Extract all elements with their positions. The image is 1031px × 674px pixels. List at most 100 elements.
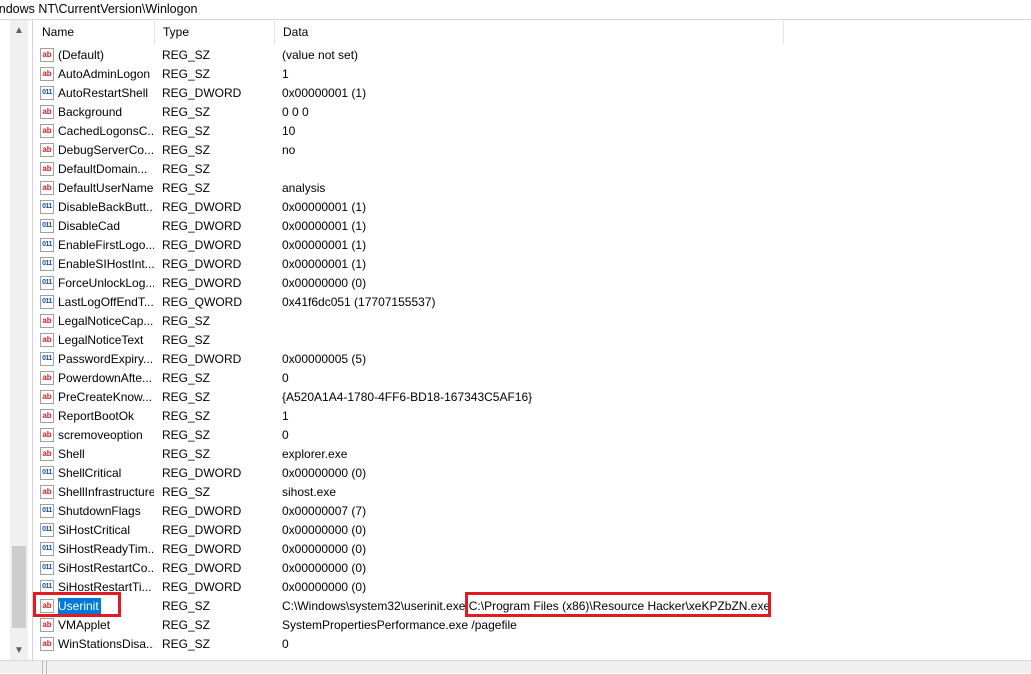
- string-value-icon: ab: [40, 162, 54, 176]
- value-name: Shell: [58, 447, 85, 461]
- value-type: REG_DWORD: [162, 257, 242, 271]
- table-row[interactable]: 011 SiHostReadyTim... REG_DWORD 0x00000000 …: [34, 540, 1031, 559]
- value-type: REG_SZ: [162, 105, 211, 119]
- column-header-type[interactable]: Type: [155, 21, 275, 44]
- table-row[interactable]: ab DefaultDomain... REG_SZ: [34, 160, 1031, 179]
- table-row[interactable]: 011 ShutdownFlags REG_DWORD 0x00000007 (7): [34, 502, 1031, 521]
- table-row[interactable]: ab PowerdownAfte... REG_SZ 0: [34, 369, 1031, 388]
- value-name: VMApplet: [58, 618, 111, 632]
- value-name: PreCreateKnow...: [58, 390, 153, 404]
- string-value-icon: ab: [40, 637, 54, 651]
- table-row[interactable]: 011 ShellCritical REG_DWORD 0x00000000 (0): [34, 464, 1031, 483]
- value-name: ForceUnlockLog...: [58, 276, 154, 290]
- value-type: REG_SZ: [162, 124, 211, 138]
- address-path[interactable]: indows NT\CurrentVersion\Winlogon: [0, 2, 197, 16]
- value-data: 0x00000000 (0): [282, 523, 367, 537]
- string-value-icon: ab: [40, 143, 54, 157]
- value-data: 0x00000000 (0): [282, 542, 367, 556]
- table-row[interactable]: 011 ForceUnlockLog... REG_DWORD 0x00000000 …: [34, 274, 1031, 293]
- scroll-down-arrow-icon[interactable]: ▼: [10, 642, 28, 658]
- table-row[interactable]: 011 EnableFirstLogo... REG_DWORD 0x00000001…: [34, 236, 1031, 255]
- value-type: REG_SZ: [162, 485, 211, 499]
- tree-pane: ▲ ▼: [0, 20, 33, 660]
- table-row[interactable]: ab ReportBootOk REG_SZ 1: [34, 407, 1031, 426]
- string-value-icon: ab: [40, 67, 54, 81]
- table-row[interactable]: 011 DisableCad REG_DWORD 0x00000001 (1): [34, 217, 1031, 236]
- column-header-name[interactable]: Name: [34, 21, 155, 44]
- string-value-icon: ab: [40, 333, 54, 347]
- value-type: REG_DWORD: [162, 276, 242, 290]
- value-data: 0x00000001 (1): [282, 219, 367, 233]
- value-data: 0 0 0: [282, 105, 309, 119]
- table-row[interactable]: 011 AutoRestartShell REG_DWORD 0x00000001 (…: [34, 84, 1031, 103]
- value-name: EnableFirstLogo...: [58, 238, 154, 252]
- value-data: 0x00000005 (5): [282, 352, 367, 366]
- value-data: SystemPropertiesPerformance.exe /pagefil…: [282, 618, 517, 632]
- table-row[interactable]: ab AutoAdminLogon REG_SZ 1: [34, 65, 1031, 84]
- value-name: AutoRestartShell: [58, 86, 149, 100]
- value-name: ShellCritical: [58, 466, 122, 480]
- value-name: SiHostReadyTim...: [58, 542, 154, 556]
- binary-value-icon: 011: [40, 200, 54, 214]
- table-row[interactable]: ab WinStationsDisa... REG_SZ 0: [34, 635, 1031, 654]
- binary-value-icon: 011: [40, 219, 54, 233]
- table-row[interactable]: 011 SiHostRestartCo... REG_DWORD 0x00000000…: [34, 559, 1031, 578]
- table-row[interactable]: 011 LastLogOffEndT... REG_QWORD 0x41f6dc051…: [34, 293, 1031, 312]
- string-value-icon: ab: [40, 105, 54, 119]
- value-data: no: [282, 143, 296, 157]
- binary-value-icon: 011: [40, 295, 54, 309]
- value-name: ShellInfrastructure: [58, 485, 154, 499]
- binary-value-icon: 011: [40, 86, 54, 100]
- value-type: REG_DWORD: [162, 352, 242, 366]
- string-value-icon: ab: [40, 48, 54, 62]
- annotation-box-userinit-data: [465, 592, 771, 617]
- table-row[interactable]: ab Background REG_SZ 0 0 0: [34, 103, 1031, 122]
- table-row[interactable]: 011 EnableSIHostInt... REG_DWORD 0x00000001…: [34, 255, 1031, 274]
- value-name: PowerdownAfte...: [58, 371, 153, 385]
- value-data: 0x41f6dc051 (17707155537): [282, 295, 436, 309]
- table-row[interactable]: 011 DisableBackButt... REG_DWORD 0x00000001…: [34, 198, 1031, 217]
- table-row[interactable]: ab Shell REG_SZ explorer.exe: [34, 445, 1031, 464]
- table-row[interactable]: ab ShellInfrastructure REG_SZ sihost.exe: [34, 483, 1031, 502]
- value-type: REG_QWORD: [162, 295, 243, 309]
- binary-value-icon: 011: [40, 257, 54, 271]
- table-row[interactable]: ab DebugServerCo... REG_SZ no: [34, 141, 1031, 160]
- value-name: scremoveoption: [58, 428, 143, 442]
- value-data: explorer.exe: [282, 447, 348, 461]
- value-type: REG_DWORD: [162, 200, 242, 214]
- value-name: SiHostRestartCo...: [58, 561, 154, 575]
- value-name: CachedLogonsC...: [58, 124, 154, 138]
- table-row[interactable]: ab LegalNoticeCap... REG_SZ: [34, 312, 1031, 331]
- value-type: REG_SZ: [162, 67, 211, 81]
- value-name: AutoAdminLogon: [58, 67, 151, 81]
- table-row[interactable]: ab (Default) REG_SZ (value not set): [34, 46, 1031, 65]
- string-value-icon: ab: [40, 124, 54, 138]
- table-row[interactable]: ab CachedLogonsC... REG_SZ 10: [34, 122, 1031, 141]
- table-row[interactable]: ab scremoveoption REG_SZ 0: [34, 426, 1031, 445]
- string-value-icon: ab: [40, 618, 54, 632]
- table-row[interactable]: ab LegalNoticeText REG_SZ: [34, 331, 1031, 350]
- value-name: PasswordExpiry...: [58, 352, 154, 366]
- table-row[interactable]: ab VMApplet REG_SZ SystemPropertiesPerforma…: [34, 616, 1031, 635]
- binary-value-icon: 011: [40, 561, 54, 575]
- value-type: REG_SZ: [162, 48, 211, 62]
- column-header-data[interactable]: Data: [275, 21, 784, 44]
- horizontal-scrollbar[interactable]: [0, 660, 1031, 674]
- value-type: REG_SZ: [162, 162, 211, 176]
- table-row[interactable]: 011 SiHostCritical REG_DWORD 0x00000000 (0): [34, 521, 1031, 540]
- scrollbar-thumb[interactable]: [12, 546, 26, 628]
- value-type: REG_SZ: [162, 447, 211, 461]
- value-name: DefaultDomain...: [58, 162, 148, 176]
- scroll-up-arrow-icon[interactable]: ▲: [10, 22, 28, 38]
- table-row[interactable]: ab DefaultUserName REG_SZ analysis: [34, 179, 1031, 198]
- table-row[interactable]: 011 PasswordExpiry... REG_DWORD 0x00000005 …: [34, 350, 1031, 369]
- binary-value-icon: 011: [40, 466, 54, 480]
- string-value-icon: ab: [40, 428, 54, 442]
- table-row[interactable]: ab PreCreateKnow... REG_SZ {A520A1A4-1780-4…: [34, 388, 1031, 407]
- binary-value-icon: 011: [40, 523, 54, 537]
- value-data: (value not set): [282, 48, 359, 62]
- value-name: DefaultUserName: [58, 181, 154, 195]
- address-bar[interactable]: indows NT\CurrentVersion\Winlogon: [0, 0, 1031, 20]
- value-data: 0x00000001 (1): [282, 86, 367, 100]
- tree-vertical-scrollbar[interactable]: ▲ ▼: [10, 20, 28, 660]
